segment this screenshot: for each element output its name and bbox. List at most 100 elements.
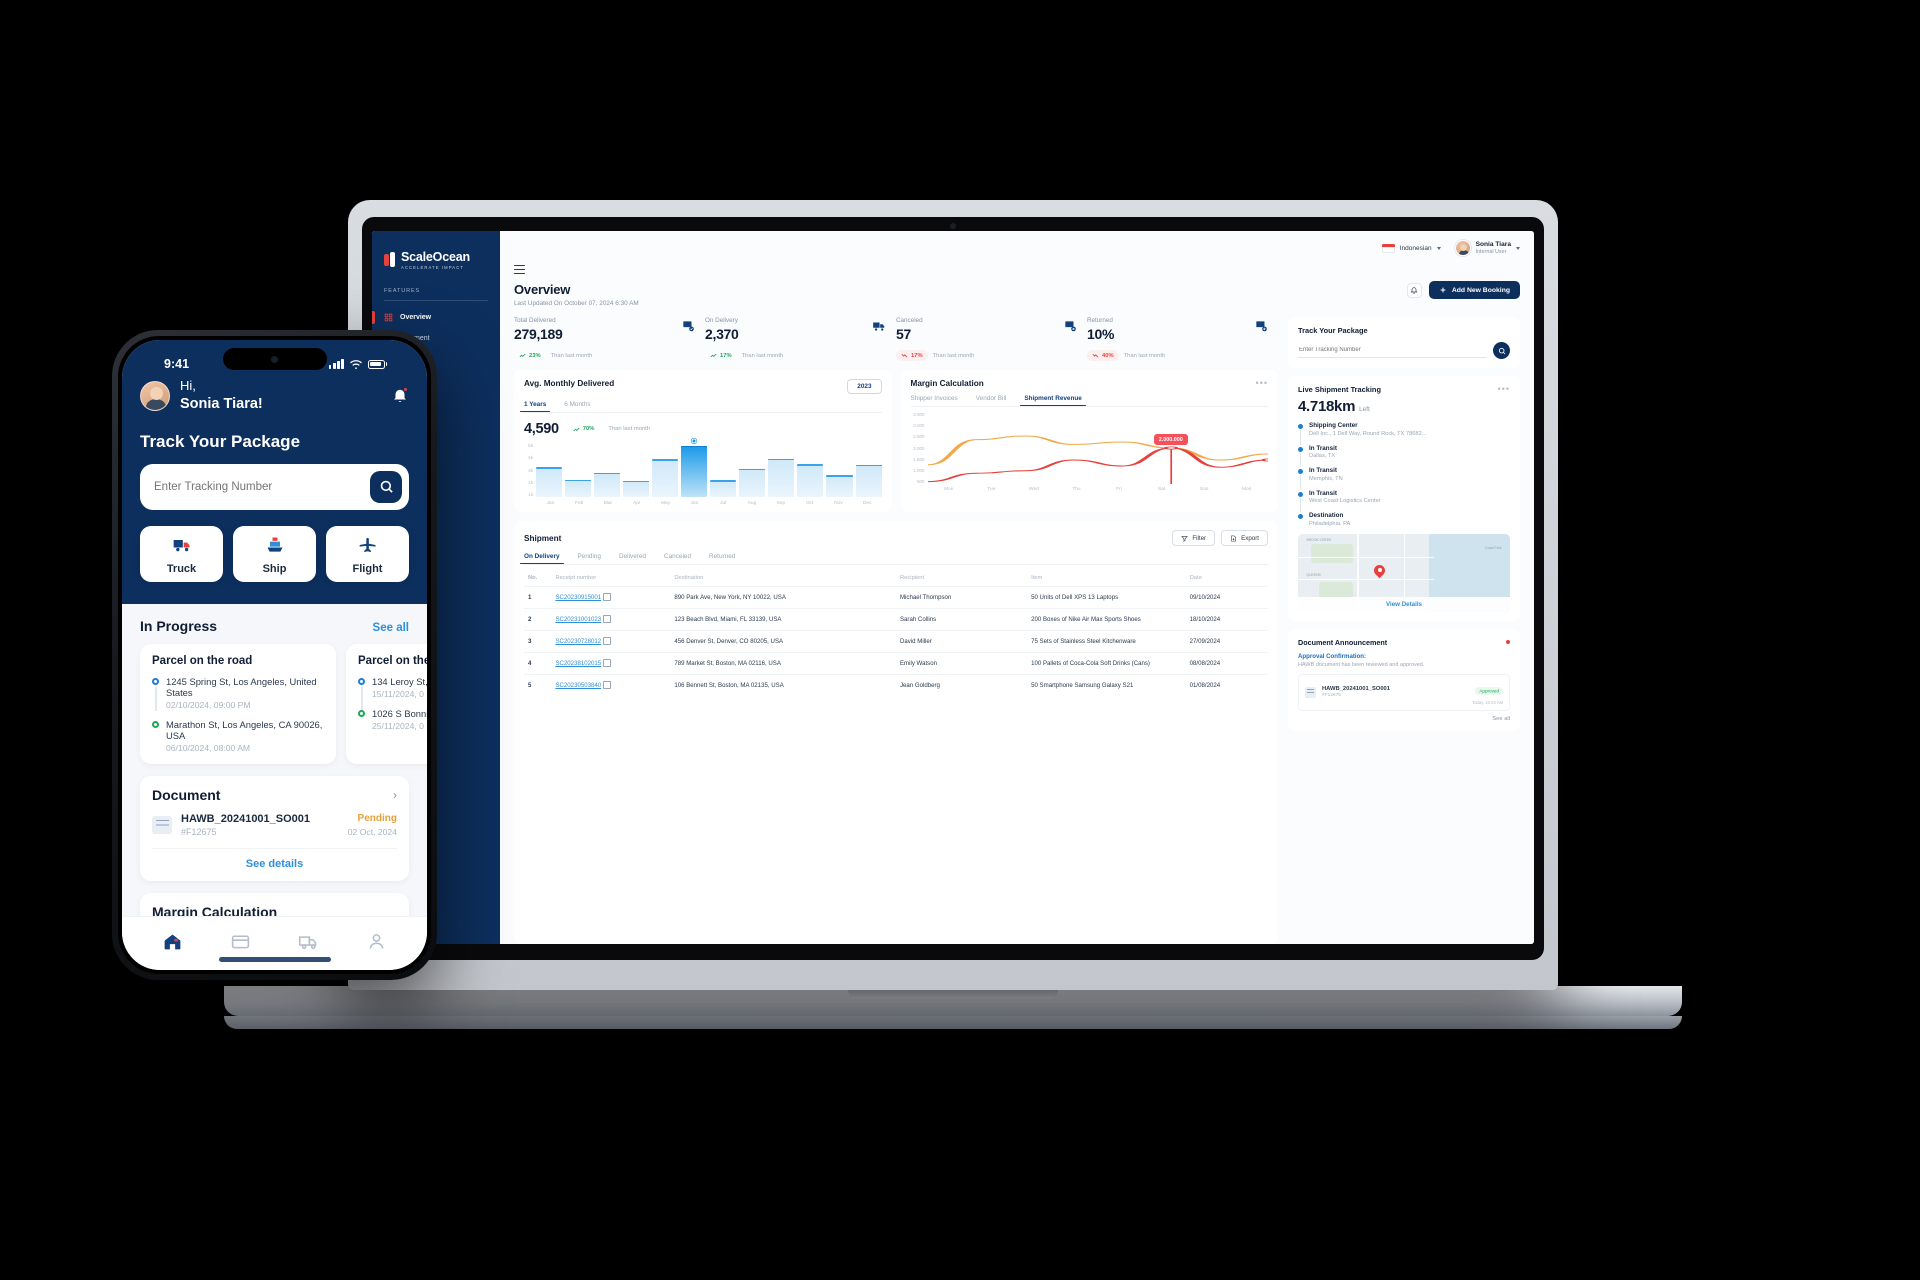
cell-date: 01/08/2024 xyxy=(1185,674,1268,697)
progress-card-title: Parcel on the road xyxy=(152,654,253,667)
phone-track-title: Track Your Package xyxy=(140,431,301,451)
step-title: Shipping Center xyxy=(1309,422,1358,430)
receipt-link[interactable]: SC20230915001 xyxy=(555,594,601,601)
stat-change-value: 17% xyxy=(720,352,732,359)
receipt-link[interactable]: SC20231001023 xyxy=(555,616,601,623)
trend-up-icon xyxy=(710,353,717,358)
more-options-icon[interactable]: ••• xyxy=(1256,379,1268,388)
search-button[interactable] xyxy=(1493,342,1510,360)
copy-icon[interactable] xyxy=(603,615,612,624)
bar xyxy=(652,459,679,498)
tab-shipments[interactable] xyxy=(298,931,319,957)
export-label: Export xyxy=(1241,534,1259,542)
step-address: 1245 Spring St, Los Angeles, United Stat… xyxy=(166,675,317,698)
x-tick: Mon xyxy=(1242,487,1252,493)
see-all-link[interactable]: See all xyxy=(373,622,409,634)
mode-truck[interactable]: Truck xyxy=(140,525,223,582)
document-row[interactable]: HAWB_20241001_SO001 #F12675 Pending 02 O… xyxy=(152,813,397,837)
step-subtitle: Dell Inc., 1 Dell Way, Round Rock, TX 78… xyxy=(1309,430,1427,437)
phone-greeting-row: Hi, Sonia Tiara! xyxy=(140,378,409,414)
sidebar-item-overview[interactable]: Overview xyxy=(372,307,500,328)
tab-profile[interactable] xyxy=(366,931,387,957)
tab-shipment-revenue[interactable]: Shipment Revenue xyxy=(1020,395,1086,407)
view-details-link[interactable]: View Details xyxy=(1298,596,1510,612)
step-dot-icon xyxy=(1298,514,1303,520)
stat-change-badge: 17% xyxy=(896,350,928,362)
filter-icon xyxy=(1181,535,1189,542)
year-selector-button[interactable]: 2023 xyxy=(847,379,882,395)
mode-ship[interactable]: Ship xyxy=(233,525,316,582)
in-progress-header: In Progress See all xyxy=(140,618,409,634)
bar xyxy=(565,479,592,498)
filter-button[interactable]: Filter xyxy=(1172,530,1216,547)
chevron-down-icon xyxy=(1516,246,1520,250)
box-cancel-icon xyxy=(1065,321,1076,332)
tab-home[interactable] xyxy=(162,931,183,957)
see-details-link[interactable]: See details xyxy=(152,847,397,870)
receipt-link[interactable]: SC20238102015 xyxy=(555,660,601,667)
truck-icon xyxy=(873,322,885,331)
table-row[interactable]: 5 SC20230503840 106 Bennett St, Boston, MA… xyxy=(524,674,1268,697)
tab-shipper-invoices[interactable]: Shipper Invoices xyxy=(911,395,958,406)
x-tick: Sep xyxy=(776,501,786,507)
language-selector[interactable]: Indonesian xyxy=(1381,243,1441,253)
tab-vendor-bill[interactable]: Vendor Bill xyxy=(976,395,1007,406)
copy-icon[interactable] xyxy=(603,593,612,602)
table-row[interactable]: 3 SC20230728012 456 Denver St, Denver, CO … xyxy=(524,630,1268,653)
tab-delivered[interactable]: Delivered xyxy=(619,553,646,564)
copy-icon[interactable] xyxy=(603,681,612,690)
step-subtitle: West Coast Logistics Center xyxy=(1309,498,1381,505)
mode-flight[interactable]: Flight xyxy=(326,525,409,582)
progress-card[interactable]: Parcel on the road 1245 Spring St, Los A… xyxy=(140,643,336,764)
more-options-icon[interactable]: ••• xyxy=(1498,385,1510,394)
stat-card-total-delivered: Total Delivered 279,189 23% Than last mo… xyxy=(514,317,705,361)
cell-recipient: Jean Goldberg xyxy=(895,674,1028,697)
stats-row: Total Delivered 279,189 23% Than last mo… xyxy=(514,317,1278,362)
tab-pending[interactable]: Pending xyxy=(578,553,601,564)
tracking-number-input[interactable] xyxy=(1298,343,1487,359)
phone-scroll-area[interactable]: In Progress See all Parcel on the road 1… xyxy=(122,603,427,916)
tab-6-months[interactable]: 6 Months xyxy=(564,401,590,412)
table-row[interactable]: 1 SC20230915001 890 Park Ave, New York, NY… xyxy=(524,586,1268,609)
export-icon xyxy=(1231,535,1236,541)
track-package-title: Track Your Package xyxy=(1298,326,1368,336)
tab-on-delivery[interactable]: On Delivery xyxy=(520,553,564,565)
progress-card[interactable]: Parcel on the road 134 Leroy St, N 15/11… xyxy=(346,643,427,764)
tracking-number-input[interactable] xyxy=(154,480,362,493)
x-tick: Feb xyxy=(575,501,584,507)
see-all-link[interactable]: See all xyxy=(1298,716,1510,722)
cell-date: 18/10/2024 xyxy=(1185,608,1268,631)
map-label: BROOK CREEK xyxy=(1306,538,1332,543)
cell-no: 5 xyxy=(524,674,552,697)
chevron-right-icon[interactable]: › xyxy=(393,788,397,802)
tab-documents[interactable] xyxy=(230,931,251,957)
notifications-button[interactable] xyxy=(1406,282,1422,298)
stat-change-caption: Than last month xyxy=(932,352,975,359)
tab-canceled[interactable]: Canceled xyxy=(664,553,691,564)
table-row[interactable]: 4 SC20238102015 789 Market St, Boston, MA … xyxy=(524,652,1268,675)
tracking-map[interactable]: BROOK CREEK QUEENS Coast Park View Detai… xyxy=(1298,533,1510,612)
map-park xyxy=(1319,581,1354,598)
map-pin-icon xyxy=(1372,562,1388,579)
x-tick: Nov xyxy=(834,501,843,507)
search-button[interactable] xyxy=(370,470,402,503)
receipt-link[interactable]: SC20230503840 xyxy=(555,682,601,689)
notifications-button[interactable] xyxy=(391,386,409,406)
stat-change-badge: 17% xyxy=(705,350,737,361)
document-row[interactable]: HAWB_20241001_SO001 #F12675 Approved Tod… xyxy=(1298,673,1510,711)
tab-1-years[interactable]: 1 Years xyxy=(519,401,551,413)
copy-icon[interactable] xyxy=(603,659,612,668)
copy-icon[interactable] xyxy=(603,637,612,646)
language-label: Indonesian xyxy=(1399,244,1432,252)
tab-returned[interactable]: Returned xyxy=(709,553,735,564)
sidebar-divider xyxy=(384,299,488,301)
table-row[interactable]: 2 SC20231001023 123 Beach Blvd, Miami, FL … xyxy=(524,608,1268,631)
status-time: 9:41 xyxy=(164,357,190,371)
trend-up-icon xyxy=(519,353,526,358)
add-new-booking-button[interactable]: Add New Booking xyxy=(1428,281,1520,299)
export-button[interactable]: Export xyxy=(1221,530,1268,547)
document-name: HAWB_20241001_SO001 xyxy=(181,812,311,825)
user-menu[interactable]: Sonia Tiara Internal User xyxy=(1454,240,1520,256)
hamburger-menu-button[interactable] xyxy=(514,265,525,275)
receipt-link[interactable]: SC20230728012 xyxy=(555,638,601,645)
